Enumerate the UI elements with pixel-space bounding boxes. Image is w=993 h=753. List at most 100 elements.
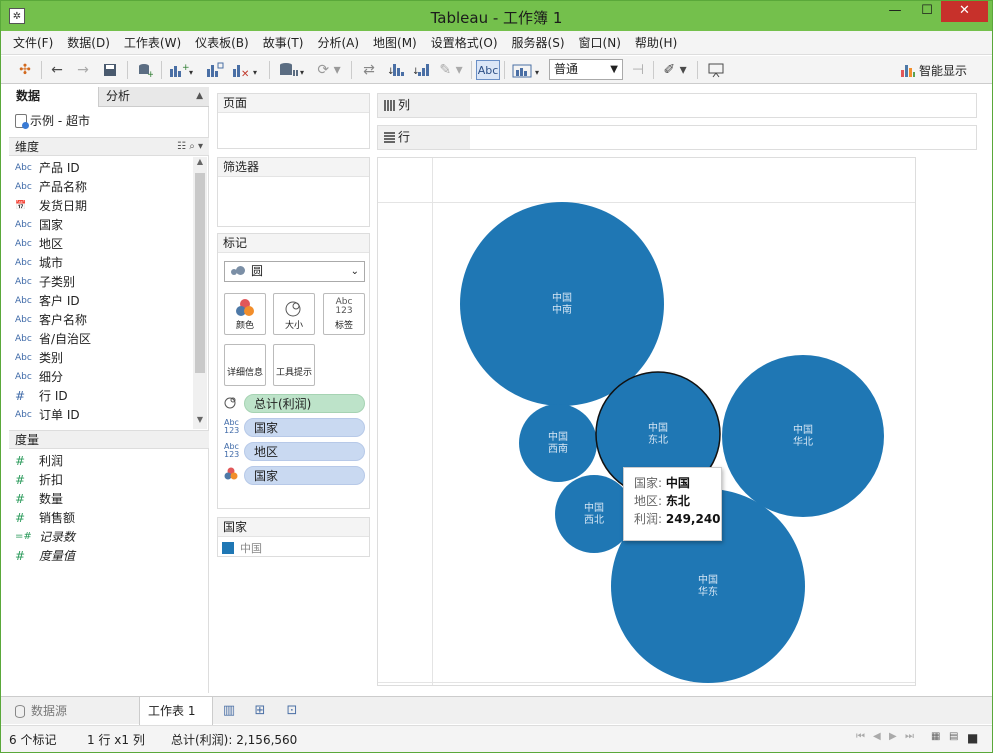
field-item[interactable]: =# 记录数 [15, 528, 75, 546]
detail-button[interactable]: 详细信息 [224, 344, 266, 386]
bubble-label-country: 中国 [793, 423, 813, 436]
field-item[interactable]: # 行 ID [15, 387, 68, 405]
menu-story[interactable]: 故事(T) [263, 34, 304, 51]
color-pill-country[interactable]: 国家 [244, 465, 365, 485]
bubble-mark-西南[interactable] [519, 404, 597, 482]
tab-analysis-label: 分析 [106, 89, 131, 103]
dimensions-tools[interactable]: ☷ ⌕ ▾ [177, 138, 203, 156]
fit-select[interactable]: 普通 ▼ [549, 59, 623, 80]
field-item[interactable]: 📅 发货日期 [15, 197, 87, 215]
filters-card[interactable]: 筛选器 [217, 157, 370, 227]
field-item[interactable]: Abc 客户名称 [15, 311, 87, 329]
toolbar: ✣ ← → + + ▾ ✕ ▾ ▾ ⟳ ▾ ⇄ ↓ ↓ ✎ ▾ Abc ▾ 普通… [1, 56, 992, 84]
field-item[interactable]: # 销售额 [15, 509, 75, 527]
tab-data[interactable]: 数据 [9, 87, 99, 107]
prev-sheet-icon[interactable]: ◀ [873, 731, 881, 742]
bubble-mark-中南[interactable] [460, 202, 664, 406]
label-pill-country[interactable]: 国家 [244, 417, 365, 437]
tooltip-button[interactable]: 工具提示 [273, 344, 315, 386]
tab-analysis[interactable]: 分析 ▲ [99, 87, 209, 107]
datasource-item[interactable]: 示例 - 超市 [15, 112, 90, 129]
scroll-down-icon[interactable]: ▼ [193, 415, 207, 429]
bubble-mark-华北[interactable] [722, 355, 884, 517]
field-item[interactable]: # 度量值 [15, 547, 75, 565]
swap-rows-cols-icon[interactable]: ⇄ [358, 60, 380, 80]
pages-card[interactable]: 页面 [217, 93, 370, 149]
menu-help[interactable]: 帮助(H) [635, 34, 677, 51]
duplicate-sheet-icon[interactable] [204, 60, 226, 80]
tableau-start-icon[interactable]: ✣ [15, 60, 35, 80]
close-button[interactable]: ✕ [941, 1, 988, 22]
field-item[interactable]: Abc 地区 [15, 235, 63, 253]
menu-file[interactable]: 文件(F) [13, 34, 53, 51]
menu-map[interactable]: 地图(M) [373, 34, 417, 51]
scrollbar-thumb[interactable] [195, 173, 205, 373]
field-item[interactable]: Abc 省/自治区 [15, 330, 91, 348]
save-icon[interactable] [100, 60, 120, 80]
sort-arrows-icon[interactable]: ▲ [196, 87, 203, 106]
menu-window[interactable]: 窗口(N) [579, 34, 621, 51]
bubble-mark-西北[interactable] [555, 475, 633, 553]
field-item[interactable]: Abc 国家 [15, 216, 63, 234]
field-item[interactable]: Abc 类别 [15, 349, 63, 367]
annotate-pen-icon[interactable]: ✐ ▾ [659, 60, 691, 80]
new-datasource-icon[interactable]: + [134, 60, 156, 80]
new-worksheet-icon[interactable]: + ▾ [167, 60, 197, 80]
menu-analysis[interactable]: 分析(A) [317, 34, 359, 51]
new-story-icon[interactable]: ⊡ [283, 697, 301, 725]
undo-icon[interactable]: ← [47, 60, 67, 80]
refresh-icon[interactable]: ⟳ ▾ [313, 60, 345, 80]
field-item[interactable]: Abc 细分 [15, 368, 63, 386]
label-button[interactable]: Abc 123 标签 [323, 293, 365, 335]
sort-descending-icon[interactable]: ↓ [410, 60, 432, 80]
menu-dashboard[interactable]: 仪表板(B) [195, 34, 249, 51]
dimensions-scrollbar[interactable]: ▲ ▼ [193, 157, 207, 429]
fixed-axes-icon[interactable]: ▾ [510, 60, 544, 80]
field-item[interactable]: Abc 产品 ID [15, 159, 80, 177]
field-item[interactable]: Abc 订单 ID [15, 406, 80, 424]
field-item[interactable]: # 数量 [15, 490, 63, 508]
minimize-button[interactable]: — [881, 1, 909, 22]
menu-format[interactable]: 设置格式(O) [431, 34, 498, 51]
highlight-icon[interactable]: ✎ ▾ [435, 60, 467, 80]
menu-server[interactable]: 服务器(S) [512, 34, 565, 51]
last-sheet-icon[interactable]: ⏭ [905, 731, 914, 742]
field-item[interactable]: # 利润 [15, 452, 63, 470]
new-worksheet-icon[interactable]: ▥ [220, 697, 238, 725]
first-sheet-icon[interactable]: ⏮ [856, 731, 865, 742]
field-item[interactable]: Abc 产品名称 [15, 178, 87, 196]
mark-type-select[interactable]: 圆 ⌄ [224, 261, 365, 282]
new-dashboard-icon[interactable]: ⊞ [251, 697, 269, 725]
pin-icon[interactable]: ⊣ [627, 60, 649, 80]
clear-sheet-icon[interactable]: ✕ ▾ [230, 60, 262, 80]
scroll-up-icon[interactable]: ▲ [193, 157, 207, 171]
menu-data[interactable]: 数据(D) [67, 34, 110, 51]
tab-worksheet[interactable]: 工作表 1 [139, 697, 213, 725]
redo-icon[interactable]: → [73, 60, 93, 80]
columns-shelf[interactable]: 列 [377, 93, 977, 118]
tab-datasource[interactable]: 数据源 [15, 697, 67, 725]
field-item[interactable]: Abc 城市 [15, 254, 63, 272]
color-button[interactable]: 颜色 [224, 293, 266, 335]
viz-canvas[interactable]: 中国 中南 中国 西南 中国 东北 中国 华北 中国 西北 中国 华东 国家: 中国 地区: 东北 利… [377, 157, 916, 686]
size-button[interactable]: 大小 [273, 293, 315, 335]
field-item[interactable]: Abc 子类别 [15, 273, 75, 291]
tabs-view-icon[interactable]: ■ [967, 731, 978, 745]
filmstrip-view-icon[interactable]: ▦ [931, 731, 940, 742]
size-pill[interactable]: 总计(利润) [244, 393, 365, 413]
next-sheet-icon[interactable]: ▶ [889, 731, 897, 742]
legend-item[interactable]: 中国 [222, 540, 262, 556]
label-pill-region[interactable]: 地区 [244, 441, 365, 461]
field-item[interactable]: Abc 客户 ID [15, 292, 80, 310]
menu-worksheet[interactable]: 工作表(W) [124, 34, 181, 51]
show-mark-labels-button[interactable]: Abc [476, 60, 500, 80]
field-item[interactable]: # 折扣 [15, 471, 63, 489]
show-me-button[interactable]: 智能显示 [901, 62, 967, 79]
field-name: 发货日期 [39, 199, 88, 213]
rows-shelf[interactable]: 行 [377, 125, 977, 150]
pause-updates-icon[interactable]: ▾ [276, 60, 308, 80]
presentation-mode-icon[interactable] [704, 60, 728, 80]
maximize-button[interactable]: ☐ [913, 1, 941, 22]
sort-ascending-icon[interactable]: ↓ [385, 60, 407, 80]
sheet-sorter-icon[interactable]: ▤ [949, 731, 958, 742]
